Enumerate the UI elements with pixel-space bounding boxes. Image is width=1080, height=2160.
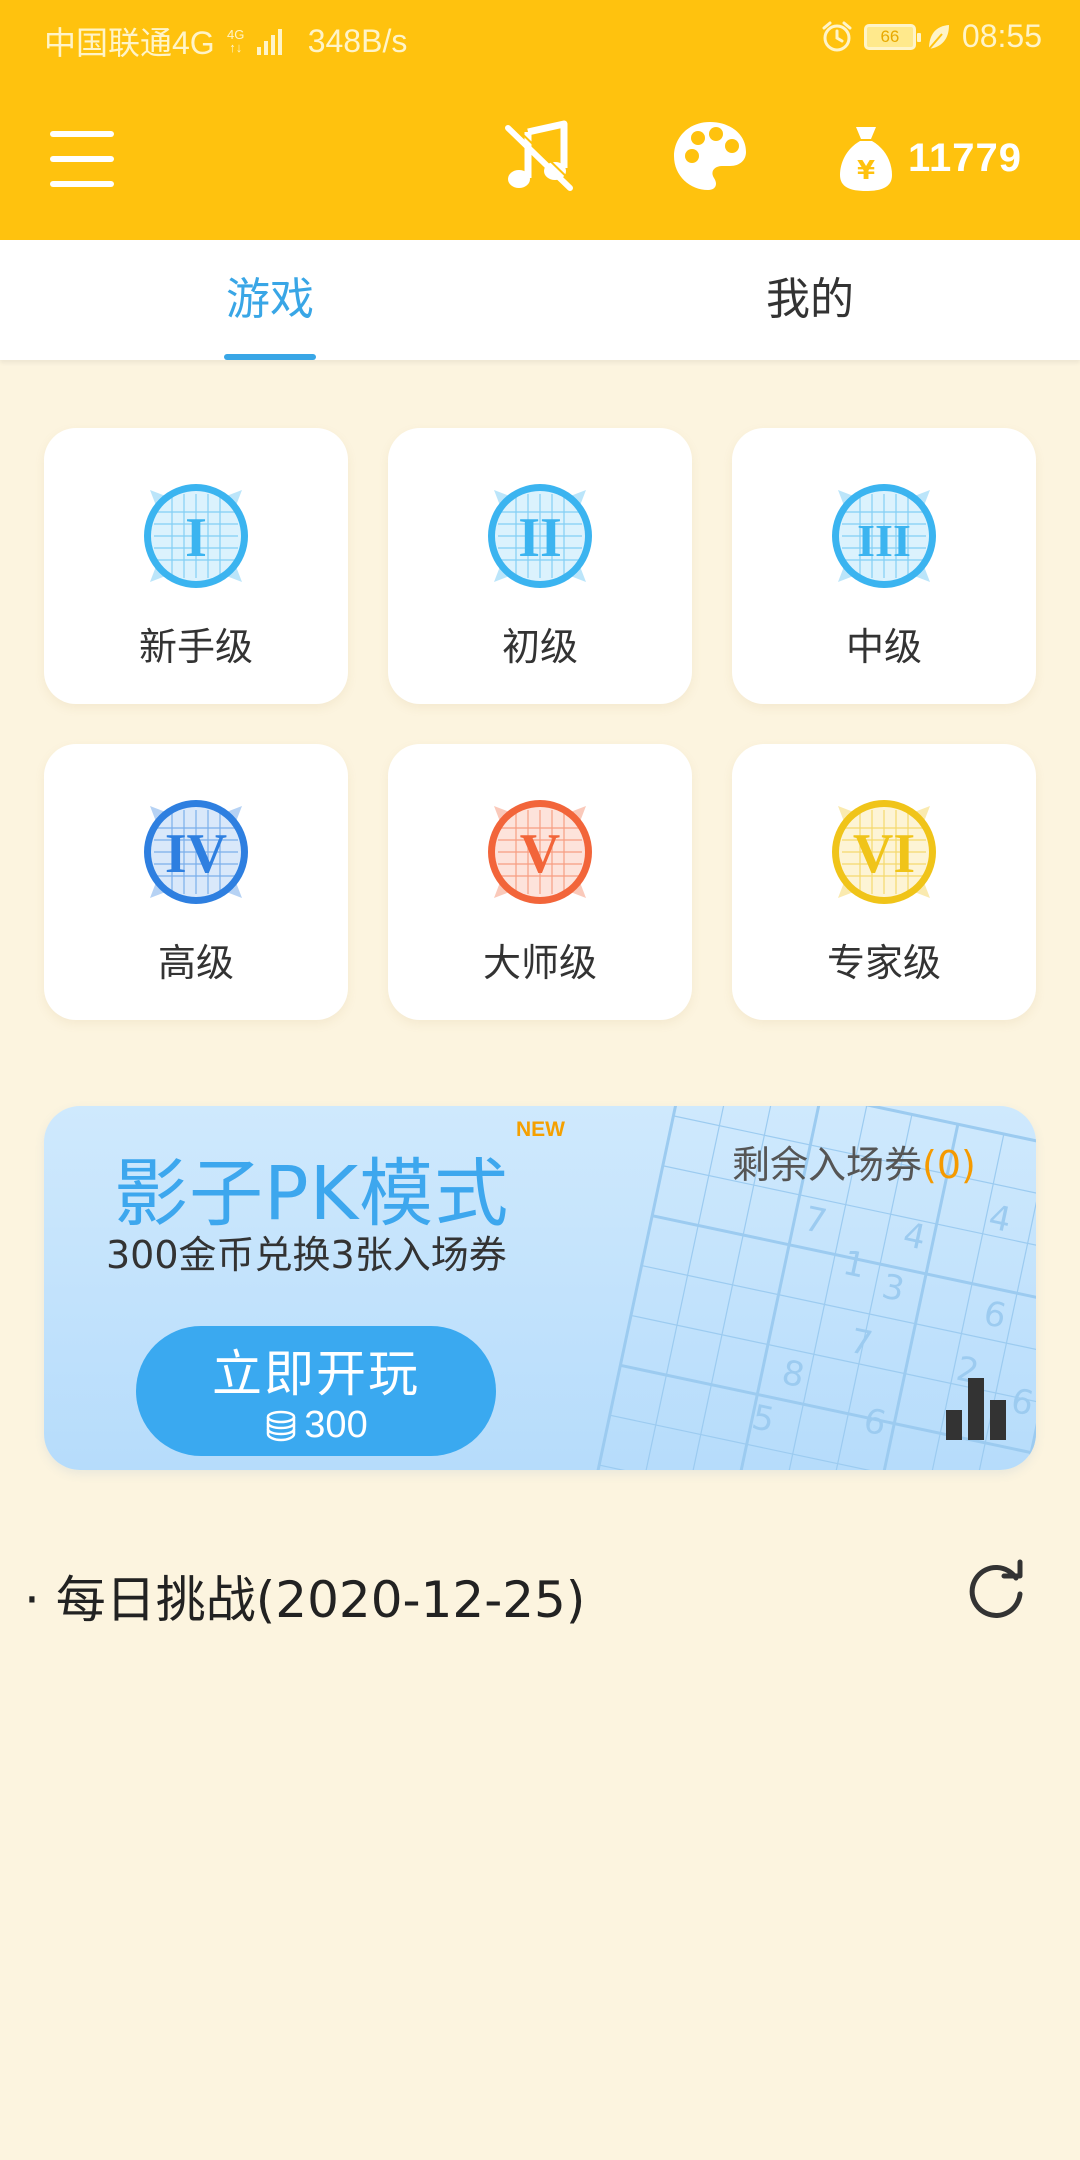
level-card-expert[interactable]: VI 专家级 [732, 744, 1036, 1020]
svg-text:4: 4 [900, 1215, 929, 1259]
svg-text:7: 7 [801, 1199, 830, 1243]
pk-mode-banner[interactable]: 714 346 782 656 影子PK模式 NEW 300金币兑换3张入场券 … [44, 1106, 1036, 1470]
level-label: 初级 [501, 625, 578, 669]
level-numeral: VI [853, 823, 915, 885]
level-card-beginner[interactable]: I 新手级 [44, 428, 348, 704]
svg-text:6: 6 [860, 1401, 889, 1445]
remaining-tickets: 剩余入场券(0) [732, 1134, 976, 1189]
clock: 08:55 [961, 18, 1042, 54]
leaderboard-icon[interactable] [946, 1378, 1010, 1440]
svg-text:6: 6 [1007, 1381, 1036, 1425]
play-now-button[interactable]: 立即开玩 300 [136, 1326, 496, 1456]
level-numeral: III [857, 515, 911, 566]
app-bar: ¥ 11779 [0, 74, 1080, 240]
battery-icon: 66 [863, 23, 921, 50]
signal-icon [256, 27, 282, 55]
leaf-icon [928, 24, 949, 50]
play-now-label: 立即开玩 [212, 1345, 420, 1403]
level-card-master[interactable]: V 大师级 [388, 744, 692, 1020]
svg-text:5: 5 [748, 1397, 777, 1441]
level-numeral: IV [165, 823, 227, 885]
tickets-label: 剩余入场券 [732, 1143, 923, 1187]
level-numeral: V [520, 823, 560, 885]
tickets-count: (0) [922, 1143, 976, 1187]
level-2-badge-icon: II [488, 484, 592, 588]
level-5-badge-icon: V [488, 800, 592, 904]
level-1-badge-icon: I [144, 484, 248, 588]
money-bag-icon: ¥ [840, 127, 892, 191]
svg-text:3: 3 [878, 1267, 907, 1311]
svg-text:¥: ¥ [857, 156, 875, 186]
level-label: 大师级 [482, 941, 597, 985]
level-label: 高级 [157, 941, 234, 985]
coin-stack-icon [267, 1410, 296, 1441]
level-4-badge-icon: IV [144, 800, 248, 904]
tab-bar: 游戏 我的 [0, 240, 1080, 360]
play-cost: 300 [136, 1404, 496, 1447]
refresh-icon[interactable] [964, 1558, 1028, 1622]
level-label: 新手级 [138, 625, 253, 669]
tab-mine[interactable]: 我的 [540, 240, 1080, 360]
level-card-advanced[interactable]: IV 高级 [44, 744, 348, 1020]
level-6-badge-icon: VI [832, 800, 936, 904]
pk-mode-subtitle: 300金币兑换3张入场券 [106, 1233, 507, 1277]
new-badge: NEW [516, 1118, 565, 1141]
network-speed: 348B/s [307, 22, 408, 59]
svg-text:6: 6 [980, 1293, 1009, 1337]
level-numeral: I [185, 507, 207, 569]
music-icon[interactable] [500, 118, 576, 194]
status-bar: 中国联通4G 4G ↑↓ 348B/s 66 08:55 [0, 0, 1080, 74]
level-label: 中级 [845, 625, 922, 669]
svg-text:1: 1 [839, 1243, 868, 1287]
level-card-elementary[interactable]: II 初级 [388, 428, 692, 704]
svg-text:8: 8 [778, 1353, 807, 1397]
level-card-intermediate[interactable]: III 中级 [732, 428, 1036, 704]
network-type-indicator: 4G ↑↓ [227, 27, 245, 55]
carrier-text: 中国联通4G [44, 25, 215, 61]
alarm-icon [822, 21, 852, 51]
coin-count: 11779 [908, 135, 1023, 180]
level-3-badge-icon: III [832, 484, 936, 588]
svg-text:7: 7 [846, 1321, 875, 1365]
tab-game[interactable]: 游戏 [0, 240, 540, 360]
level-numeral: II [518, 507, 562, 569]
daily-challenge-title[interactable]: · 每日挑战(2020-12-25) [24, 1560, 585, 1632]
level-label: 专家级 [826, 941, 941, 985]
active-tab-indicator [224, 354, 316, 360]
coin-balance[interactable]: ¥ 11779 [838, 118, 1022, 198]
menu-button[interactable] [50, 131, 116, 187]
palette-icon[interactable] [670, 116, 750, 196]
